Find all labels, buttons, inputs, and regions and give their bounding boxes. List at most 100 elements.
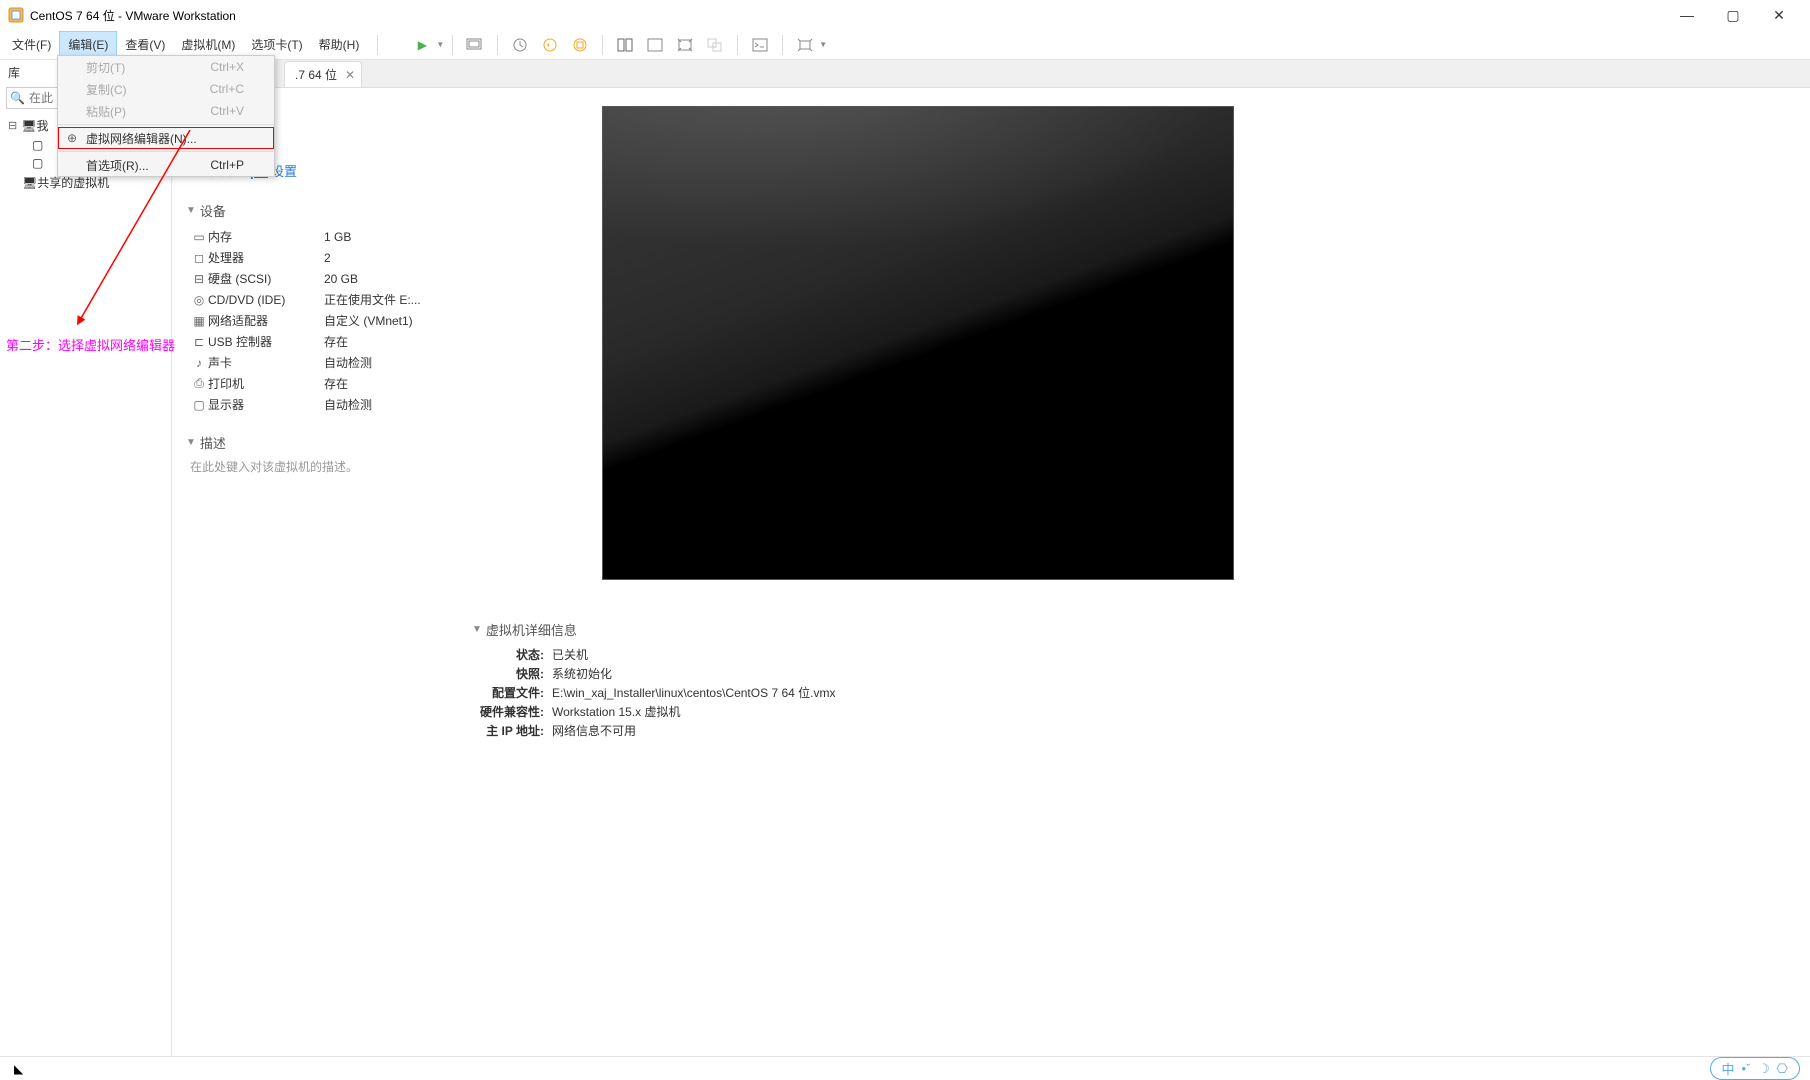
maximize-button[interactable]: ▢ — [1710, 0, 1756, 30]
device-icon: ⊟ — [190, 272, 208, 286]
console-button[interactable] — [746, 33, 774, 57]
minimize-button[interactable]: — — [1664, 0, 1710, 30]
device-name: 显示器 — [208, 396, 324, 413]
device-icon: ⎙ — [190, 376, 208, 391]
view-single-button[interactable] — [641, 33, 669, 57]
detail-label: 快照: — [472, 665, 544, 682]
device-row[interactable]: ⎙打印机存在 — [190, 373, 454, 394]
detail-label: 主 IP 地址: — [472, 722, 544, 739]
device-row[interactable]: ⊏USB 控制器存在 — [190, 331, 454, 352]
device-row[interactable]: ▦网络适配器自定义 (VMnet1) — [190, 310, 454, 331]
search-icon: 🔍 — [10, 91, 25, 105]
device-icon: ⊏ — [190, 335, 208, 349]
menu-divider — [58, 151, 274, 152]
device-value: 2 — [324, 251, 331, 265]
tab-close-icon[interactable]: ✕ — [345, 68, 355, 82]
menu-file[interactable]: 文件(F) — [4, 32, 59, 57]
snapshot-revert-button[interactable] — [536, 33, 564, 57]
device-name: 内存 — [208, 228, 324, 245]
status-corner-icon: ◣ — [14, 1062, 23, 1076]
menu-item-shortcut: Ctrl+V — [210, 104, 244, 118]
view-thumbnail-button[interactable] — [611, 33, 639, 57]
send-ctrl-alt-del-button[interactable] — [461, 33, 489, 57]
detail-value: Workstation 15.x 虚拟机 — [552, 703, 681, 720]
detail-row: 主 IP 地址: 网络信息不可用 — [472, 721, 1800, 740]
section-label: 设备 — [200, 201, 226, 220]
snapshot-button[interactable] — [506, 33, 534, 57]
section-label: 描述 — [200, 433, 226, 452]
menu-item-shortcut: Ctrl+C — [210, 82, 244, 96]
detail-value: 网络信息不可用 — [552, 722, 636, 739]
detail-row: 硬件兼容性:Workstation 15.x 虚拟机 — [472, 702, 1800, 721]
device-name: 硬盘 (SCSI) — [208, 270, 324, 287]
status-icon-ime[interactable]: 中 — [1719, 1059, 1737, 1078]
device-icon: ◎ — [190, 293, 208, 307]
stretch-button[interactable] — [791, 33, 819, 57]
globe-icon: ⊕ — [64, 131, 80, 145]
menu-vm[interactable]: 虚拟机(M) — [173, 32, 243, 57]
device-icon: ▢ — [190, 398, 208, 412]
collapse-arrow-icon: ▼ — [472, 624, 482, 635]
view-fullscreen-button[interactable] — [671, 33, 699, 57]
toolbar: ▶ ▼ ▼ — [408, 33, 827, 57]
snapshot-manage-button[interactable] — [566, 33, 594, 57]
annotation-text: 第二步：选择虚拟网络编辑器 — [6, 335, 175, 354]
detail-row: 配置文件: E:\win_xaj_Installer\linux\centos\C… — [472, 683, 1800, 702]
menu-item-label: 虚拟网络编辑器(N)... — [86, 130, 197, 147]
section-description[interactable]: ▼ 描述 — [186, 433, 454, 452]
tree-label: 我 — [36, 117, 48, 134]
computer-icon: 🖥 — [22, 176, 37, 190]
device-icon: ♪ — [190, 356, 208, 370]
stretch-dropdown-icon[interactable]: ▼ — [819, 40, 827, 49]
close-button[interactable]: ✕ — [1756, 0, 1802, 30]
menu-item-shortcut: Ctrl+X — [210, 60, 244, 74]
detail-value: E:\win_xaj_Installer\linux\centos\CentOS… — [552, 684, 835, 701]
status-bar: ◣ 中 •ˇ ☽ ⎔ — [0, 1056, 1810, 1080]
detail-label: 配置文件: — [472, 684, 544, 701]
section-details[interactable]: ▼ 虚拟机详细信息 — [472, 620, 1800, 639]
menu-help[interactable]: 帮助(H) — [311, 32, 368, 57]
status-icon-punct[interactable]: •ˇ — [1737, 1061, 1755, 1076]
device-name: 打印机 — [208, 375, 324, 392]
menu-item-label: 剪切(T) — [86, 59, 125, 76]
device-row[interactable]: ♪声卡自动检测 — [190, 352, 454, 373]
library-sidebar: 库 🔍 ⊟ 🖥 我 ▢ ▢ 🖥 共享的虚拟机 — [0, 60, 172, 1056]
device-value: 自动检测 — [324, 396, 372, 413]
status-icon-moon[interactable]: ☽ — [1755, 1061, 1773, 1077]
toolbar-separator — [782, 35, 783, 55]
device-name: 网络适配器 — [208, 312, 324, 329]
vm-icon: ▢ — [32, 156, 43, 170]
device-row[interactable]: ▢显示器自动检测 — [190, 394, 454, 415]
menu-item-virtual-network-editor[interactable]: ⊕ 虚拟网络编辑器(N)... — [58, 127, 274, 149]
view-unity-button[interactable] — [701, 33, 729, 57]
detail-label: 状态: — [472, 646, 544, 663]
status-icon-tool[interactable]: ⎔ — [1773, 1061, 1791, 1077]
menu-item-label: 首选项(R)... — [86, 157, 149, 174]
menu-view[interactable]: 查看(V) — [117, 32, 173, 57]
menu-divider — [58, 124, 274, 125]
device-row[interactable]: ◻处理器2 — [190, 247, 454, 268]
device-row[interactable]: ⊟硬盘 (SCSI)20 GB — [190, 268, 454, 289]
description-placeholder[interactable]: 在此处键入对该虚拟机的描述。 — [190, 458, 454, 475]
section-devices[interactable]: ▼ 设备 — [186, 201, 454, 220]
tab-vm[interactable]: .7 64 位 ✕ — [284, 61, 362, 87]
menu-item-paste[interactable]: 粘贴(P) Ctrl+V — [58, 100, 274, 122]
menu-item-preferences[interactable]: 首选项(R)... Ctrl+P — [58, 154, 274, 176]
toolbar-separator — [602, 35, 603, 55]
computer-icon: 🖥 — [21, 119, 36, 133]
device-row[interactable]: ▭内存1 GB — [190, 226, 454, 247]
devices-list: ▭内存1 GB◻处理器2⊟硬盘 (SCSI)20 GB◎CD/DVD (IDE)… — [190, 226, 454, 415]
section-label: 虚拟机详细信息 — [486, 620, 577, 639]
menu-tabs[interactable]: 选项卡(T) — [243, 32, 310, 57]
menu-item-copy[interactable]: 复制(C) Ctrl+C — [58, 78, 274, 100]
tab-label: .7 64 位 — [295, 66, 337, 83]
menu-edit[interactable]: 编辑(E) — [59, 31, 117, 58]
menu-item-cut[interactable]: 剪切(T) Ctrl+X — [58, 56, 274, 78]
title-bar: CentOS 7 64 位 - VMware Workstation — ▢ ✕ — [0, 0, 1810, 30]
vm-icon: ▢ — [32, 138, 43, 152]
power-dropdown-icon[interactable]: ▼ — [436, 40, 444, 49]
tab-bar: .7 64 位 ✕ — [172, 60, 1810, 88]
power-on-button[interactable]: ▶ — [408, 33, 436, 57]
detail-value: 系统初始化 — [552, 665, 612, 682]
device-row[interactable]: ◎CD/DVD (IDE)正在使用文件 E:... — [190, 289, 454, 310]
